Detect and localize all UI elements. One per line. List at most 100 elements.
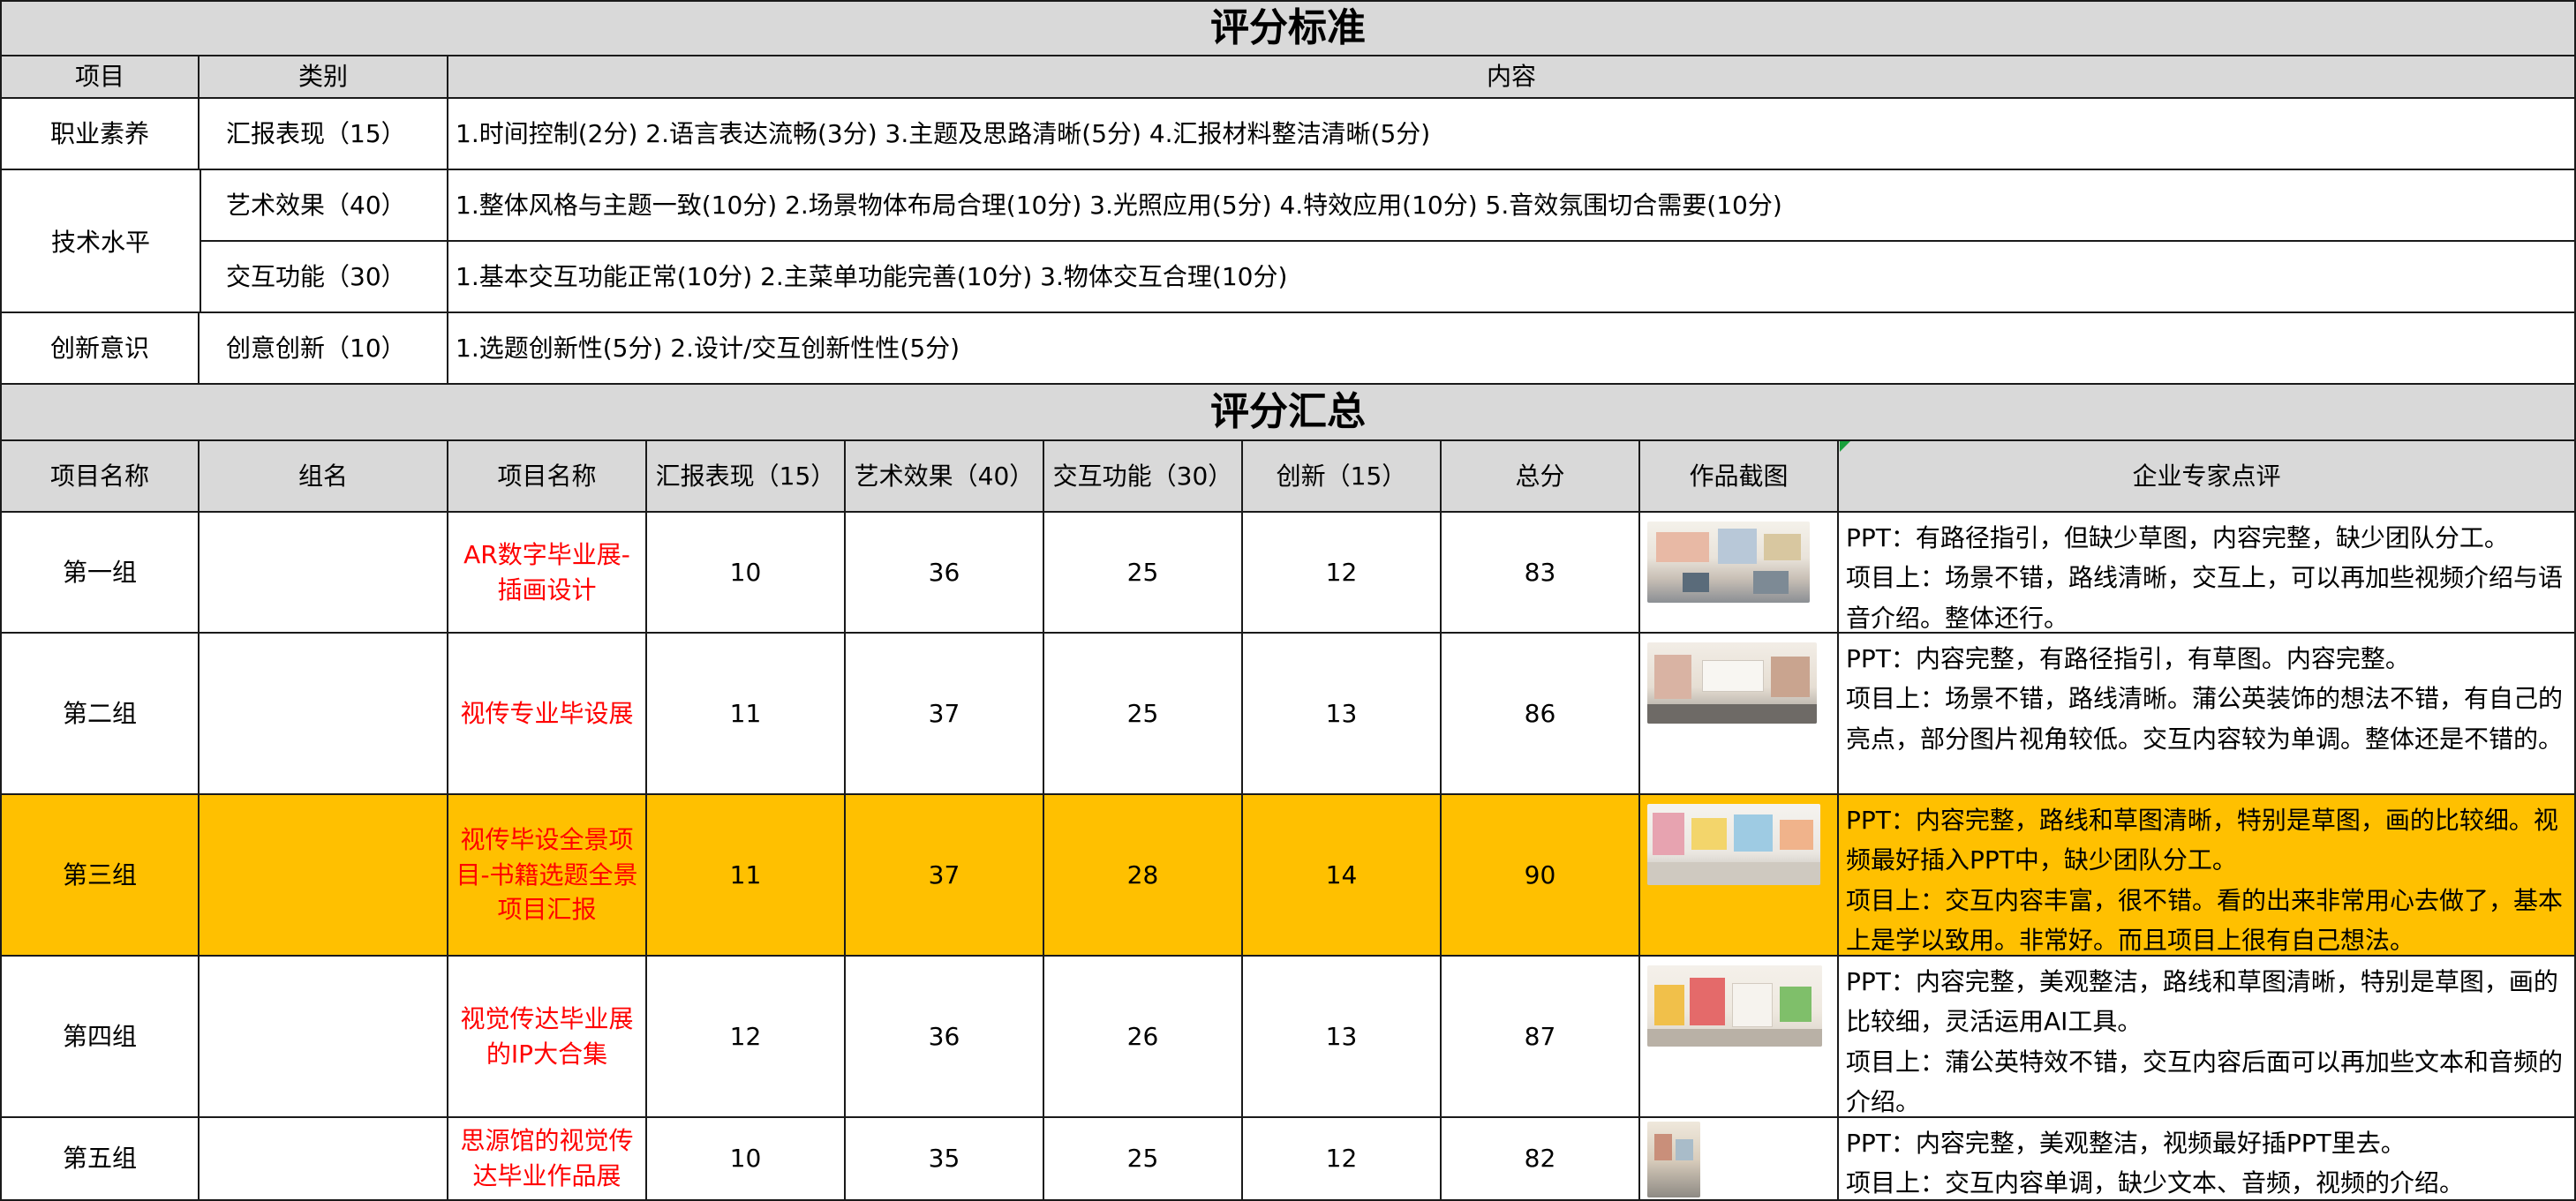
comment-cell[interactable]: PPT：有路径指引，但缺少草图，内容完整，缺少团队分工。 项目上：场景不错，路线… xyxy=(1839,513,2576,634)
report-score-cell[interactable]: 10 xyxy=(647,513,846,634)
criteria-category[interactable]: 汇报表现（15） xyxy=(200,99,448,170)
gallery-screenshot-1[interactable] xyxy=(1647,522,1810,603)
criteria-category[interactable]: 创意创新（10） xyxy=(200,313,448,385)
summary-header-comment[interactable]: 企业专家点评 xyxy=(1839,441,2576,513)
comment-cell[interactable]: PPT：内容完整，路线和草图清晰，特别是草图，画的比较细。视频最好插入PPT中，… xyxy=(1839,795,2576,957)
report-score-cell[interactable]: 12 xyxy=(647,957,846,1118)
total-score-cell[interactable]: 90 xyxy=(1442,795,1640,957)
report-score-cell[interactable]: 11 xyxy=(647,795,846,957)
gallery-screenshot-3[interactable] xyxy=(1647,804,1820,885)
interaction-score-cell[interactable]: 26 xyxy=(1044,957,1243,1118)
screenshot-cell[interactable] xyxy=(1640,513,1839,634)
criteria-title-row: 评分标准 xyxy=(0,0,2576,56)
gallery-screenshot-4[interactable] xyxy=(1647,965,1822,1047)
summary-row: 第一组 AR数字毕业展-插画设计 10 36 25 12 83 PPT：有路径指… xyxy=(0,513,2576,634)
comment-project: 项目上：交互内容单调，缺少文本、音频，视频的介绍。 xyxy=(1846,1168,2465,1198)
comment-ppt: PPT：内容完整，美观整洁，视频最好插PPT里去。 xyxy=(1846,1129,2406,1158)
art-score-cell[interactable]: 36 xyxy=(846,957,1044,1118)
comment-cell[interactable]: PPT：内容完整，美观整洁，路线和草图清晰，特别是草图，画的比较细，灵活运用AI… xyxy=(1839,957,2576,1118)
summary-header-screenshot[interactable]: 作品截图 xyxy=(1640,441,1839,513)
criteria-content[interactable]: 1.基本交互功能正常(10分) 2.主菜单功能完善(10分) 3.物体交互合理(… xyxy=(448,242,2576,313)
comment-project: 项目上：交互内容丰富，很不错。看的出来非常用心去做了，基本上是学以致用。非常好。… xyxy=(1846,885,2564,956)
comment-ppt: PPT：内容完整，有路径指引，有草图。内容完整。 xyxy=(1846,644,2410,673)
gallery-screenshot-2[interactable] xyxy=(1647,642,1817,724)
gallery-screenshot-5[interactable] xyxy=(1647,1122,1700,1197)
criteria-content[interactable]: 1.时间控制(2分) 2.语言表达流畅(3分) 3.主题及思路清晰(5分) 4.… xyxy=(448,99,2576,170)
screenshot-cell[interactable] xyxy=(1640,1118,1839,1201)
comment-ppt: PPT：内容完整，美观整洁，路线和草图清晰，特别是草图，画的比较细，灵活运用AI… xyxy=(1846,967,2558,1037)
project-name-cell[interactable]: 视传专业毕设展 xyxy=(448,634,647,795)
art-score-cell[interactable]: 36 xyxy=(846,513,1044,634)
summary-header-total[interactable]: 总分 xyxy=(1442,441,1640,513)
group-cell[interactable]: 第三组 xyxy=(0,795,200,957)
comment-project: 项目上：场景不错，路线清晰。蒲公英装饰的想法不错，有自己的亮点，部分图片视角较低… xyxy=(1846,684,2564,754)
project-name-cell[interactable]: 视传毕设全景项目-书籍选题全景项目汇报 xyxy=(448,795,647,957)
innovation-score-cell[interactable]: 12 xyxy=(1243,1118,1442,1201)
criteria-title[interactable]: 评分标准 xyxy=(0,0,2576,56)
criteria-content[interactable]: 1.整体风格与主题一致(10分) 2.场景物体布局合理(10分) 3.光照应用(… xyxy=(448,170,2576,242)
art-score-cell[interactable]: 35 xyxy=(846,1118,1044,1201)
comment-project: 项目上：场景不错，路线清晰，交互上，可以再加些视频介绍与语音介绍。整体还行。 xyxy=(1846,563,2564,633)
team-cell[interactable] xyxy=(200,513,448,634)
total-score-cell[interactable]: 83 xyxy=(1442,513,1640,634)
screenshot-cell[interactable] xyxy=(1640,795,1839,957)
screenshot-cell[interactable] xyxy=(1640,957,1839,1118)
summary-header-name[interactable]: 项目名称 xyxy=(448,441,647,513)
summary-row-highlighted: 第三组 视传毕设全景项目-书籍选题全景项目汇报 11 37 28 14 90 P… xyxy=(0,795,2576,957)
criteria-category[interactable]: 交互功能（30） xyxy=(200,242,448,313)
group-cell[interactable]: 第四组 xyxy=(0,957,200,1118)
summary-row: 第五组 思源馆的视觉传达毕业作品展 10 35 25 12 82 PPT：内容完… xyxy=(0,1118,2576,1201)
criteria-row: 创新意识 创意创新（10） 1.选题创新性(5分) 2.设计/交互创新性性(5分… xyxy=(0,313,2576,385)
team-cell[interactable] xyxy=(200,1118,448,1201)
criteria-project[interactable]: 创新意识 xyxy=(0,313,200,385)
group-cell[interactable]: 第二组 xyxy=(0,634,200,795)
criteria-content[interactable]: 1.选题创新性(5分) 2.设计/交互创新性性(5分) xyxy=(448,313,2576,385)
criteria-row: 交互功能（30） 1.基本交互功能正常(10分) 2.主菜单功能完善(10分) … xyxy=(0,242,2576,313)
criteria-header-project[interactable]: 项目 xyxy=(0,56,200,99)
summary-header-team[interactable]: 组名 xyxy=(200,441,448,513)
summary-header-report[interactable]: 汇报表现（15） xyxy=(647,441,846,513)
summary-header-art[interactable]: 艺术效果（40） xyxy=(846,441,1044,513)
comment-indicator-icon xyxy=(1840,441,1850,452)
team-cell[interactable] xyxy=(200,957,448,1118)
innovation-score-cell[interactable]: 12 xyxy=(1243,513,1442,634)
criteria-header-content[interactable]: 内容 xyxy=(448,56,2576,99)
group-cell[interactable]: 第五组 xyxy=(0,1118,200,1201)
comment-ppt: PPT：内容完整，路线和草图清晰，特别是草图，画的比较细。视频最好插入PPT中，… xyxy=(1846,806,2558,875)
art-score-cell[interactable]: 37 xyxy=(846,634,1044,795)
interaction-score-cell[interactable]: 25 xyxy=(1044,1118,1243,1201)
criteria-category[interactable]: 艺术效果（40） xyxy=(200,170,448,242)
team-cell[interactable] xyxy=(200,634,448,795)
interaction-score-cell[interactable]: 25 xyxy=(1044,634,1243,795)
total-score-cell[interactable]: 87 xyxy=(1442,957,1640,1118)
criteria-header-category[interactable]: 类别 xyxy=(200,56,448,99)
art-score-cell[interactable]: 37 xyxy=(846,795,1044,957)
summary-row: 第二组 视传专业毕设展 11 37 25 13 86 PPT：内容完整，有路径指… xyxy=(0,634,2576,795)
interaction-score-cell[interactable]: 28 xyxy=(1044,795,1243,957)
comment-cell[interactable]: PPT：内容完整，有路径指引，有草图。内容完整。 项目上：场景不错，路线清晰。蒲… xyxy=(1839,634,2576,795)
criteria-project[interactable]: 职业素养 xyxy=(0,99,200,170)
innovation-score-cell[interactable]: 13 xyxy=(1243,634,1442,795)
summary-header-interaction[interactable]: 交互功能（30） xyxy=(1044,441,1243,513)
project-name-cell[interactable]: 视觉传达毕业展的IP大合集 xyxy=(448,957,647,1118)
screenshot-cell[interactable] xyxy=(1640,634,1839,795)
criteria-project-merged[interactable]: 技术水平 xyxy=(0,170,201,313)
project-name-cell[interactable]: AR数字毕业展-插画设计 xyxy=(448,513,647,634)
team-cell[interactable] xyxy=(200,795,448,957)
total-score-cell[interactable]: 86 xyxy=(1442,634,1640,795)
comment-project: 项目上：蒲公英特效不错，交互内容后面可以再加些文本和音频的介绍。 xyxy=(1846,1047,2564,1117)
comment-cell[interactable]: PPT：内容完整，美观整洁，视频最好插PPT里去。 项目上：交互内容单调，缺少文… xyxy=(1839,1118,2576,1201)
summary-title-row: 评分汇总 xyxy=(0,385,2576,441)
criteria-row: 艺术效果（40） 1.整体风格与主题一致(10分) 2.场景物体布局合理(10分… xyxy=(0,170,2576,242)
summary-header-innovation[interactable]: 创新（15） xyxy=(1243,441,1442,513)
project-name-cell[interactable]: 思源馆的视觉传达毕业作品展 xyxy=(448,1118,647,1201)
report-score-cell[interactable]: 10 xyxy=(647,1118,846,1201)
summary-header-group[interactable]: 项目名称 xyxy=(0,441,200,513)
innovation-score-cell[interactable]: 14 xyxy=(1243,795,1442,957)
summary-title[interactable]: 评分汇总 xyxy=(0,385,2576,441)
total-score-cell[interactable]: 82 xyxy=(1442,1118,1640,1201)
group-cell[interactable]: 第一组 xyxy=(0,513,200,634)
interaction-score-cell[interactable]: 25 xyxy=(1044,513,1243,634)
innovation-score-cell[interactable]: 13 xyxy=(1243,957,1442,1118)
report-score-cell[interactable]: 11 xyxy=(647,634,846,795)
